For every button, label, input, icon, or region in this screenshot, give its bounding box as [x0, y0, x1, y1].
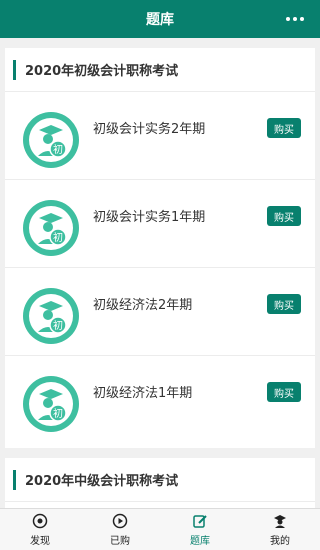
tab-label: 我的 — [270, 536, 290, 547]
course-item[interactable]: 初 初级经济法2年期 购买 — [5, 268, 315, 356]
course-name: 初级会计实务2年期 — [93, 122, 206, 137]
more-dot — [286, 17, 290, 21]
more-options-button[interactable] — [286, 11, 304, 27]
user-icon — [271, 512, 289, 530]
more-dot — [300, 17, 304, 21]
course-name: 初级经济法1年期 — [93, 386, 193, 401]
buy-button[interactable]: 购买 — [267, 294, 301, 314]
page-title: 题库 — [146, 12, 174, 28]
tab-label: 已购 — [110, 536, 130, 547]
tab-discover[interactable]: 发现 — [0, 509, 80, 550]
graduate-badge-icon: 初 — [23, 200, 79, 256]
course-item[interactable]: 初 初级经济法1年期 购买 — [5, 356, 315, 444]
course-badge-text: 初 — [53, 407, 63, 420]
tab-label: 题库 — [190, 536, 210, 547]
buy-button[interactable]: 购买 — [267, 206, 301, 226]
graduate-badge-icon: 初 — [23, 112, 79, 168]
graduate-badge-icon: 初 — [23, 376, 79, 432]
discover-icon — [31, 512, 49, 530]
course-badge-text: 初 — [53, 319, 63, 332]
header-bar: 题库 — [0, 0, 320, 38]
section-title: 2020年初级会计职称考试 — [25, 64, 179, 79]
section-accent-bar — [13, 59, 16, 80]
graduate-badge-icon: 初 — [23, 288, 79, 344]
content-area[interactable]: 2020年初级会计职称考试 初 初级会计实务2年期 购买 初 初级会计实务1年期… — [0, 38, 320, 508]
course-name: 初级经济法2年期 — [93, 298, 193, 313]
course-item[interactable]: 初 初级会计实务2年期 购买 — [5, 92, 315, 180]
tab-profile[interactable]: 我的 — [240, 509, 320, 550]
section-header: 2020年初级会计职称考试 — [5, 48, 315, 92]
course-name: 初级会计实务1年期 — [93, 210, 206, 225]
course-badge-text: 初 — [53, 143, 63, 156]
section-title: 2020年中级会计职称考试 — [25, 474, 179, 489]
section-header: 2020年中级会计职称考试 — [5, 458, 315, 502]
section-accent-bar — [13, 469, 16, 490]
buy-button[interactable]: 购买 — [267, 118, 301, 138]
course-badge-text: 初 — [53, 231, 63, 244]
play-icon — [111, 512, 129, 530]
buy-button[interactable]: 购买 — [267, 382, 301, 402]
more-dot — [293, 17, 297, 21]
tab-purchased[interactable]: 已购 — [80, 509, 160, 550]
exam-section: 2020年初级会计职称考试 初 初级会计实务2年期 购买 初 初级会计实务1年期… — [5, 48, 315, 448]
tab-label: 发现 — [30, 536, 50, 547]
exam-section: 2020年中级会计职称考试 — [5, 458, 315, 508]
tab-question-bank[interactable]: 题库 — [160, 509, 240, 550]
edit-icon — [191, 512, 209, 530]
bottom-tab-bar: 发现 已购 题库 我的 — [0, 508, 320, 550]
course-item[interactable]: 初 初级会计实务1年期 购买 — [5, 180, 315, 268]
